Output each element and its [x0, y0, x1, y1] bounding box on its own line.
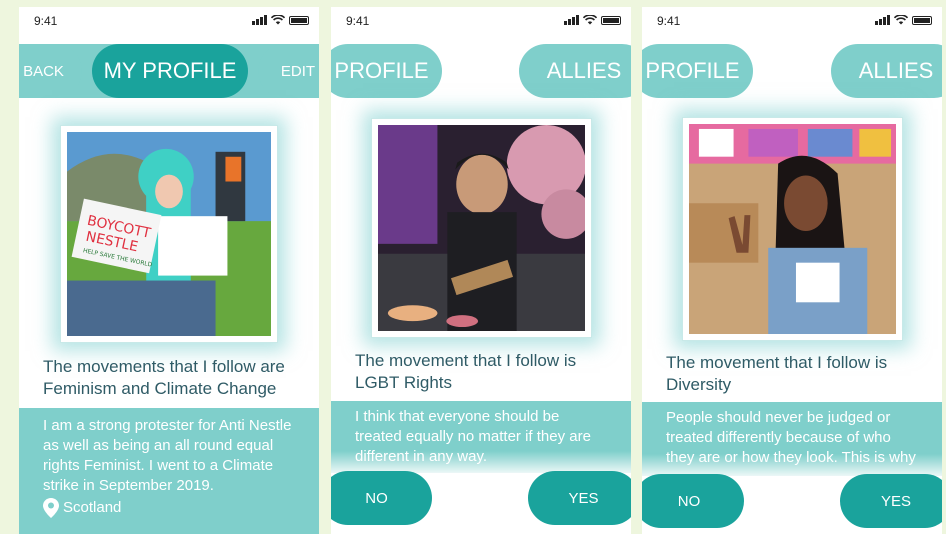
- my-profile-screen: 9:41 BACK MY PROFILE EDIT BOYCOTT NESTLE…: [19, 7, 319, 534]
- profile-photo: [682, 117, 903, 341]
- profile-tab[interactable]: PROFILE: [642, 44, 753, 98]
- bio-line: I think that everyone should be: [355, 408, 560, 425]
- status-time: 9:41: [346, 14, 370, 28]
- movements-text: The movement that I follow is LGBT Right…: [355, 350, 621, 394]
- battery-icon: [289, 15, 309, 25]
- movements-line-1: The movements that I follow are: [43, 357, 285, 376]
- allies-tab[interactable]: ALLIES: [519, 44, 631, 98]
- back-button[interactable]: BACK: [19, 44, 82, 98]
- location-pin-icon: [43, 498, 59, 518]
- profile-photo: [371, 118, 592, 338]
- ally-profile-screen-diversity: 9:41 PROFILE ALLIES The movement that I …: [642, 7, 942, 534]
- yes-button[interactable]: YES: [840, 474, 942, 528]
- movements-line-1: The movement that I follow is: [355, 351, 577, 370]
- profile-photo-image: [378, 125, 591, 331]
- profile-tab[interactable]: PROFILE: [331, 44, 442, 98]
- movements-text: The movement that I follow is Diversity: [666, 352, 932, 396]
- bio-line: treated differently because of who: [666, 429, 891, 446]
- location-label: Scotland: [63, 499, 122, 516]
- status-time: 9:41: [34, 14, 58, 28]
- battery-icon: [912, 15, 932, 25]
- status-bar: 9:41: [331, 7, 631, 37]
- page-title: MY PROFILE: [92, 44, 248, 98]
- bio-panel: I think that everyone should be treated …: [331, 401, 631, 473]
- no-button[interactable]: NO: [642, 474, 744, 528]
- signal-icon: [564, 15, 579, 25]
- status-time: 9:41: [657, 14, 681, 28]
- yes-button[interactable]: YES: [528, 471, 631, 525]
- bio-line: strike in September 2019.: [43, 477, 214, 494]
- bio-line: treated equally no matter if they are: [355, 428, 591, 445]
- location: Scotland: [43, 498, 301, 518]
- ally-profile-screen-lgbt: 9:41 PROFILE ALLIES The movement that I …: [331, 7, 631, 534]
- edit-button[interactable]: EDIT: [258, 44, 319, 98]
- no-button[interactable]: NO: [331, 471, 432, 525]
- status-bar: 9:41: [19, 7, 319, 37]
- wifi-icon: [894, 15, 908, 25]
- allies-tab[interactable]: ALLIES: [831, 44, 942, 98]
- movements-text: The movements that I follow are Feminism…: [43, 356, 309, 400]
- movements-line-2: Feminism and Climate Change: [43, 379, 277, 398]
- movements-line-2: LGBT Rights: [355, 373, 453, 392]
- bio-line: rights Feminist. I went to a Climate: [43, 457, 274, 474]
- bio-panel: People should never be judged or treated…: [642, 402, 942, 476]
- movements-line-1: The movement that I follow is: [666, 353, 888, 372]
- bio-panel: I am a strong protester for Anti Nestle …: [19, 408, 319, 534]
- battery-icon: [601, 15, 621, 25]
- movements-line-2: Diversity: [666, 375, 732, 394]
- signal-icon: [252, 15, 267, 25]
- profile-photo-image: BOYCOTT NESTLE HELP SAVE THE WORLD: [67, 132, 271, 336]
- profile-photo: BOYCOTT NESTLE HELP SAVE THE WORLD: [60, 125, 278, 343]
- status-bar: 9:41: [642, 7, 942, 37]
- bio-line: I am a strong protester for Anti Nestle: [43, 417, 292, 434]
- wifi-icon: [271, 15, 285, 25]
- signal-icon: [875, 15, 890, 25]
- bio-line: People should never be judged or: [666, 409, 891, 426]
- wifi-icon: [583, 15, 597, 25]
- bio-line: as well as being an all round equal: [43, 437, 274, 454]
- profile-photo-image: [689, 124, 896, 334]
